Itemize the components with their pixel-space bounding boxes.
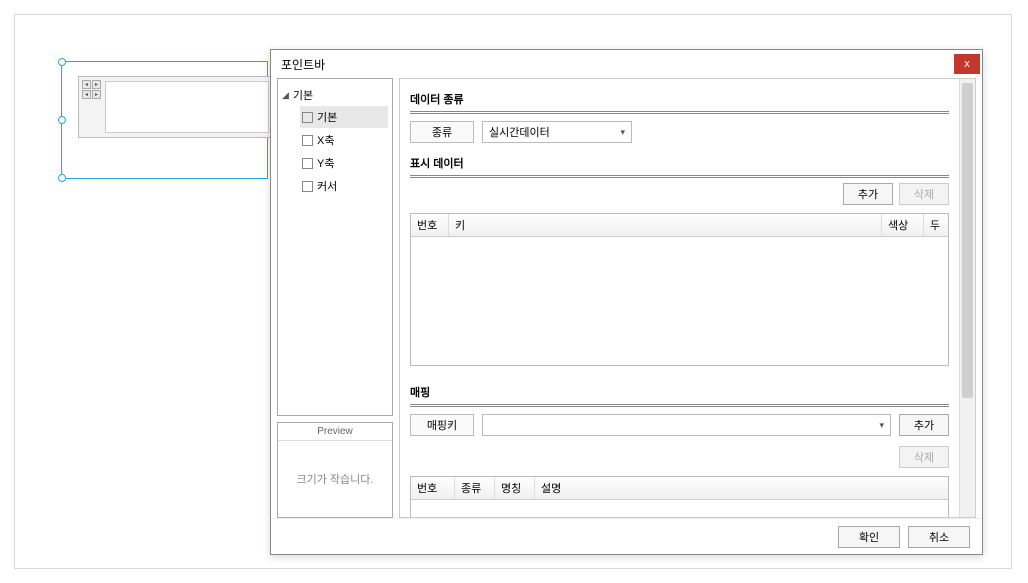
type-label: 종류: [410, 121, 474, 143]
dialog-footer: 확인 취소: [271, 518, 982, 554]
close-button[interactable]: x: [954, 54, 980, 74]
button-label: 추가: [858, 186, 878, 202]
display-data-grid[interactable]: 번호 키 색상 두: [410, 213, 949, 366]
chevron-down-icon: ▾: [620, 127, 625, 138]
tree-item-cursor[interactable]: 커서: [300, 175, 388, 197]
properties-dialog: 포인트바 x ◢ 기본 기본: [270, 49, 983, 555]
grid-header: 번호 키 색상 두: [411, 214, 948, 237]
section-data-type-title: 데이터 종류: [410, 91, 949, 107]
tree-item-label: X축: [317, 132, 334, 148]
selection-handle-mid-left[interactable]: [58, 116, 66, 124]
tree-item-y-axis[interactable]: Y축: [300, 152, 388, 174]
tree-root[interactable]: ◢ 기본: [282, 85, 388, 105]
divider: [410, 113, 949, 114]
mapping-grid[interactable]: 번호 종류 명칭 설명: [410, 476, 949, 517]
divider: [410, 404, 949, 405]
vertical-scrollbar[interactable]: [959, 79, 975, 517]
selection-rect[interactable]: ◂ ▸ ◂ ▸: [61, 61, 268, 179]
tree-root-label: 기본: [293, 87, 313, 103]
button-label: 삭제: [914, 449, 934, 465]
mapping-key-label: 매핑키: [410, 414, 474, 436]
grid-header: 번호 종류 명칭 설명: [411, 477, 948, 500]
arrow-right-icon[interactable]: ▸: [92, 80, 101, 89]
divider: [410, 111, 949, 112]
grid-body[interactable]: [411, 500, 948, 517]
type-select[interactable]: 실시간데이터 ▾: [482, 121, 632, 143]
arrow-left-icon[interactable]: ◂: [82, 80, 91, 89]
col-desc[interactable]: 설명: [535, 477, 948, 499]
divider: [410, 175, 949, 176]
col-type[interactable]: 종류: [455, 477, 495, 499]
section-mapping-title: 매핑: [410, 384, 949, 400]
chevron-down-icon: ▾: [879, 420, 884, 431]
nav-arrows-group: ◂ ▸ ◂ ▸: [82, 80, 102, 100]
button-label: 취소: [929, 529, 949, 545]
tree-item-label: 기본: [317, 109, 337, 125]
preview-panel: Preview 크기가 작습니다.: [277, 422, 393, 518]
properties-pane: 데이터 종류 종류 실시간데이터 ▾ 표시 데이터: [399, 78, 976, 518]
tree-item-x-axis[interactable]: X축: [300, 129, 388, 151]
section-display-data-title: 표시 데이터: [410, 155, 949, 171]
dialog-titlebar[interactable]: 포인트바 x: [271, 50, 982, 78]
tree-item-label: 커서: [317, 178, 337, 194]
mapping-key-select[interactable]: ▾: [482, 414, 891, 436]
selection-handle-top-left[interactable]: [58, 58, 66, 66]
pointbar-component[interactable]: ◂ ▸ ◂ ▸: [78, 76, 274, 138]
col-name[interactable]: 명칭: [495, 477, 535, 499]
button-label: 추가: [914, 417, 934, 433]
col-color[interactable]: 색상: [882, 214, 924, 236]
checkbox-icon[interactable]: [302, 112, 313, 123]
add-mapping-button[interactable]: 추가: [899, 414, 949, 436]
preview-title: Preview: [278, 423, 392, 441]
preview-message: 크기가 작습니다.: [278, 441, 392, 517]
dialog-title: 포인트바: [281, 56, 325, 73]
delete-mapping-button[interactable]: 삭제: [899, 446, 949, 468]
ok-button[interactable]: 확인: [838, 526, 900, 548]
close-icon: x: [964, 58, 970, 70]
checkbox-icon[interactable]: [302, 181, 313, 192]
app-frame: ◂ ▸ ◂ ▸ 포인트바 x: [14, 14, 1012, 569]
divider: [410, 406, 949, 407]
checkbox-icon[interactable]: [302, 135, 313, 146]
tree-item-label: Y축: [317, 155, 334, 171]
type-select-value: 실시간데이터: [489, 124, 550, 140]
component-inner: [105, 81, 269, 133]
col-extra[interactable]: 두: [924, 214, 948, 236]
design-canvas[interactable]: ◂ ▸ ◂ ▸: [51, 51, 281, 191]
cancel-button[interactable]: 취소: [908, 526, 970, 548]
selection-handle-bottom-left[interactable]: [58, 174, 66, 182]
col-key[interactable]: 키: [449, 214, 882, 236]
scrollbar-thumb[interactable]: [962, 83, 973, 398]
arrow-left-icon[interactable]: ◂: [82, 90, 91, 99]
add-display-data-button[interactable]: 추가: [843, 183, 893, 205]
category-tree[interactable]: ◢ 기본 기본 X축 Y축: [277, 78, 393, 416]
checkbox-icon[interactable]: [302, 158, 313, 169]
tree-item-basic[interactable]: 기본: [300, 106, 388, 128]
arrow-right-icon[interactable]: ▸: [92, 90, 101, 99]
collapse-icon[interactable]: ◢: [282, 90, 289, 101]
button-label: 확인: [859, 529, 879, 545]
button-label: 삭제: [914, 186, 934, 202]
divider: [410, 177, 949, 178]
grid-body[interactable]: [411, 237, 948, 365]
col-no[interactable]: 번호: [411, 214, 449, 236]
delete-display-data-button[interactable]: 삭제: [899, 183, 949, 205]
col-no[interactable]: 번호: [411, 477, 455, 499]
